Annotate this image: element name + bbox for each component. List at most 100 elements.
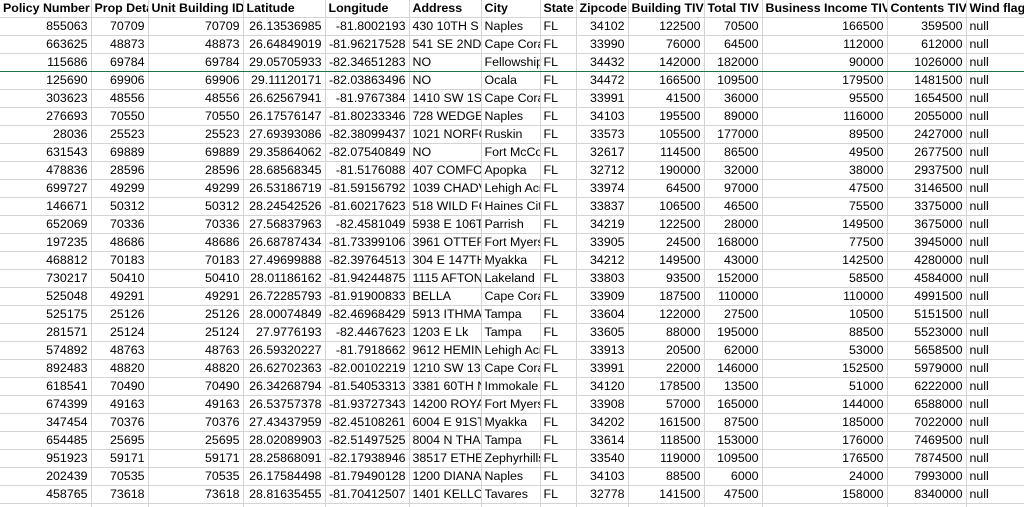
cell-zipcode[interactable]: 34103: [576, 107, 629, 127]
cell-policy-number[interactable]: 618541: [0, 377, 92, 397]
cell-state[interactable]: FL: [540, 125, 577, 145]
cell-policy-number[interactable]: 115686: [0, 53, 92, 73]
cell-building-tiv[interactable]: 41500: [628, 89, 705, 109]
cell-zipcode[interactable]: 33803: [576, 269, 629, 289]
cell-wind-flag[interactable]: null: [966, 377, 1024, 397]
cell-policy-number[interactable]: 525048: [0, 287, 92, 307]
cell-state[interactable]: FL: [540, 107, 577, 127]
cell-longitude[interactable]: -81.7918662: [325, 341, 410, 361]
cell-policy-number[interactable]: 574892: [0, 341, 92, 361]
cell-latitude[interactable]: 28.01186162: [243, 269, 326, 289]
cell-contents-tiv[interactable]: 7993000: [887, 467, 967, 487]
cell-policy-number[interactable]: 303623: [0, 89, 92, 109]
cell-policy-number[interactable]: 28036: [0, 125, 92, 145]
cell-city[interactable]: Cape Cora: [481, 287, 541, 307]
cell-wind-flag[interactable]: null: [966, 395, 1024, 415]
cell-state[interactable]: FL: [540, 215, 577, 235]
column-header-prop-detail[interactable]: Prop Deta: [91, 0, 149, 19]
cell-state[interactable]: FL: [540, 233, 577, 253]
cell-unit-building-id[interactable]: 48556: [148, 89, 244, 109]
cell-business-income-tiv[interactable]: 47500: [762, 179, 888, 199]
cell-prop-detail[interactable]: 59171: [91, 449, 149, 469]
cell-total-tiv[interactable]: 97000: [704, 179, 763, 199]
cell-state[interactable]: FL: [540, 395, 577, 415]
cell-unit-building-id[interactable]: 59171: [148, 449, 244, 469]
cell-unit-building-id[interactable]: 73618: [148, 485, 244, 505]
cell-state[interactable]: FL: [540, 251, 577, 271]
column-header-address[interactable]: Address: [409, 0, 482, 19]
cell-state[interactable]: FL: [540, 431, 577, 451]
cell-city[interactable]: Lehigh Acr: [481, 341, 541, 361]
cell-building-tiv[interactable]: 187500: [628, 287, 705, 307]
cell-latitude[interactable]: 29.05705933: [243, 53, 326, 73]
cell-policy-number[interactable]: 525175: [0, 305, 92, 325]
cell-total-tiv[interactable]: 70500: [704, 17, 763, 37]
cell-total-tiv[interactable]: 146000: [704, 359, 763, 379]
cell-business-income-tiv[interactable]: 38000: [762, 161, 888, 181]
cell-address[interactable]: 1021 NORFC: [409, 125, 482, 145]
cell-address[interactable]: 1401 KELLO(: [409, 485, 482, 505]
cell-unit-building-id[interactable]: 48820: [148, 359, 244, 379]
cell-contents-tiv[interactable]: 3146500: [887, 179, 967, 199]
cell-total-tiv[interactable]: 152000: [704, 269, 763, 289]
cell-policy-number[interactable]: 281571: [0, 323, 92, 343]
cell-wind-flag[interactable]: null: [966, 71, 1024, 91]
cell-unit-building-id[interactable]: 70376: [148, 413, 244, 433]
column-header-wind-flag[interactable]: Wind flag: [966, 0, 1024, 19]
cell-zipcode[interactable]: 34219: [576, 215, 629, 235]
cell-building-tiv[interactable]: 64500: [628, 179, 705, 199]
cell-building-tiv[interactable]: 105500: [628, 125, 705, 145]
cell-building-tiv[interactable]: 161500: [628, 413, 705, 433]
cell-unit-building-id[interactable]: 70535: [148, 467, 244, 487]
cell-business-income-tiv[interactable]: 58500: [762, 269, 888, 289]
cell-prop-detail[interactable]: 49299: [91, 179, 149, 199]
cell-latitude[interactable]: 29.35864062: [243, 143, 326, 163]
cell-policy-number[interactable]: 347454: [0, 413, 92, 433]
cell-state[interactable]: FL: [540, 485, 577, 505]
cell-longitude[interactable]: -82.51497525: [325, 431, 410, 451]
cell-business-income-tiv[interactable]: 176000: [762, 431, 888, 451]
cell-wind-flag[interactable]: null: [966, 305, 1024, 325]
cell-latitude[interactable]: 27.49699888: [243, 251, 326, 271]
cell-longitude[interactable]: -81.80233346: [325, 107, 410, 127]
cell-zipcode[interactable]: 33913: [576, 341, 629, 361]
cell-total-tiv[interactable]: 182000: [704, 53, 763, 73]
cell-zipcode[interactable]: 34202: [576, 413, 629, 433]
cell-contents-tiv[interactable]: 3675000: [887, 215, 967, 235]
column-header-policy-number[interactable]: Policy Number: [0, 0, 92, 19]
cell-wind-flag[interactable]: null: [966, 197, 1024, 217]
cell-policy-number[interactable]: 699727: [0, 179, 92, 199]
cell-building-tiv[interactable]: 149500: [628, 251, 705, 271]
cell-city[interactable]: Cape Cora: [481, 359, 541, 379]
cell-prop-detail[interactable]: 28596: [91, 161, 149, 181]
cell-address[interactable]: 728 WEDGE: [409, 107, 482, 127]
cell-address[interactable]: 5913 ITHMA: [409, 305, 482, 325]
cell-zipcode[interactable]: 33909: [576, 287, 629, 307]
cell-wind-flag[interactable]: null: [966, 467, 1024, 487]
cell-prop-detail[interactable]: 70376: [91, 413, 149, 433]
cell-policy-number[interactable]: 674399: [0, 395, 92, 415]
cell-total-tiv[interactable]: 87500: [704, 413, 763, 433]
cell-zipcode[interactable]: 33573: [576, 125, 629, 145]
cell-contents-tiv[interactable]: 2677500: [887, 143, 967, 163]
cell-longitude[interactable]: -81.9767384: [325, 89, 410, 109]
cell-building-tiv[interactable]: 166500: [628, 71, 705, 91]
column-header-latitude[interactable]: Latitude: [243, 0, 326, 19]
cell-latitude[interactable]: 28.81635455: [243, 485, 326, 505]
cell-total-tiv[interactable]: 177000: [704, 125, 763, 145]
cell-contents-tiv[interactable]: 3945000: [887, 233, 967, 253]
cell-longitude[interactable]: -81.93727343: [325, 395, 410, 415]
cell-wind-flag[interactable]: null: [966, 323, 1024, 343]
cell-state[interactable]: FL: [540, 143, 577, 163]
cell-latitude[interactable]: 27.9776193: [243, 323, 326, 343]
cell-city[interactable]: Tavares: [481, 485, 541, 505]
cell-building-tiv[interactable]: 118500: [628, 431, 705, 451]
cell-unit-building-id[interactable]: 70550: [148, 107, 244, 127]
cell-unit-building-id[interactable]: 25523: [148, 125, 244, 145]
cell-address[interactable]: 1200 DIANA: [409, 467, 482, 487]
column-header-building-tiv[interactable]: Building TIV: [628, 0, 705, 19]
cell-address[interactable]: 9612 HEMIN: [409, 341, 482, 361]
cell-latitude[interactable]: 28.00074849: [243, 305, 326, 325]
cell-address[interactable]: 1210 SW 13T: [409, 359, 482, 379]
cell-wind-flag[interactable]: null: [966, 179, 1024, 199]
